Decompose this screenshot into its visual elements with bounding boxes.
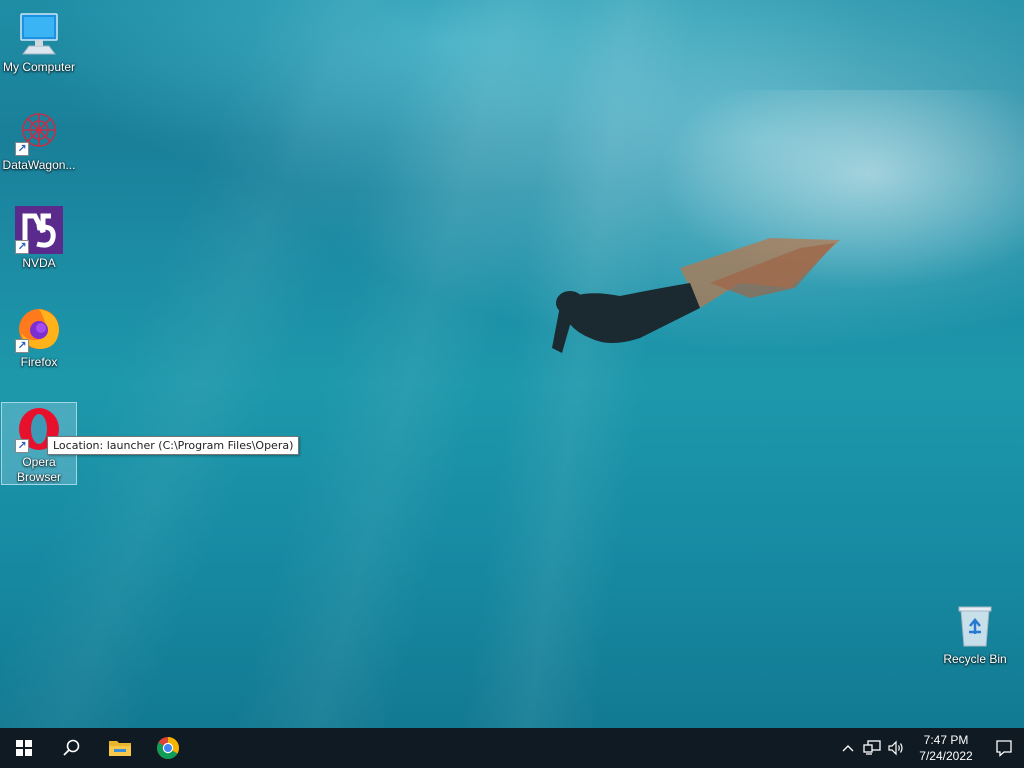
notification-icon [996, 740, 1012, 757]
system-tray: 7:47 PM 7/24/2022 [836, 728, 1024, 768]
firefox-icon: ↗ [15, 305, 63, 353]
clock[interactable]: 7:47 PM 7/24/2022 [908, 732, 984, 764]
show-hidden-icons-button[interactable] [836, 728, 860, 768]
chrome-button[interactable] [144, 728, 192, 768]
datawagon-icon: ↗ [15, 108, 63, 156]
shortcut-arrow-icon: ↗ [15, 439, 29, 453]
file-explorer-button[interactable] [96, 728, 144, 768]
desktop-icon-label: My Computer [2, 60, 76, 74]
search-button[interactable] [48, 728, 96, 768]
start-button[interactable] [0, 728, 48, 768]
desktop-icon-datawagon[interactable]: ↗ DataWagon... [1, 106, 77, 173]
clock-date: 7/24/2022 [919, 749, 973, 763]
shortcut-arrow-icon: ↗ [15, 142, 29, 156]
computer-icon [15, 10, 63, 58]
desktop-icon-label: NVDA [22, 256, 56, 270]
shortcut-arrow-icon: ↗ [15, 240, 29, 254]
chevron-up-icon [842, 745, 854, 752]
recycle-bin-icon [951, 602, 999, 650]
volume-button[interactable] [884, 728, 908, 768]
desktop-icon-label: Opera Browser [16, 455, 61, 484]
network-icon [863, 740, 881, 755]
taskbar: 7:47 PM 7/24/2022 [0, 728, 1024, 768]
desktop-icon-label: Firefox [20, 355, 58, 369]
file-explorer-icon [109, 741, 131, 756]
wallpaper-diver [552, 238, 840, 353]
desktop-icon-recycle-bin[interactable]: Recycle Bin [937, 600, 1013, 667]
nvda-icon: ↗ [15, 206, 63, 254]
volume-icon [888, 740, 903, 756]
shortcut-arrow-icon: ↗ [15, 339, 29, 353]
desktop-icon-label: DataWagon... [2, 158, 76, 172]
action-center-button[interactable] [984, 728, 1024, 768]
desktop-icon-nvda[interactable]: ↗ NVDA [1, 204, 77, 271]
wallpaper-rays [0, 0, 1024, 728]
desktop-icon-label: Recycle Bin [943, 652, 1007, 666]
desktop-icon-firefox[interactable]: ↗ Firefox [1, 303, 77, 370]
chrome-icon [157, 737, 179, 759]
wallpaper-foam [640, 90, 1024, 300]
search-icon [63, 739, 80, 756]
desktop-icon-my-computer[interactable]: My Computer [1, 8, 77, 75]
network-button[interactable] [860, 728, 884, 768]
location-tooltip: Location: launcher (C:\Program Files\Ope… [47, 436, 300, 455]
clock-time: 7:47 PM [923, 733, 969, 747]
windows-start-icon [16, 740, 32, 756]
